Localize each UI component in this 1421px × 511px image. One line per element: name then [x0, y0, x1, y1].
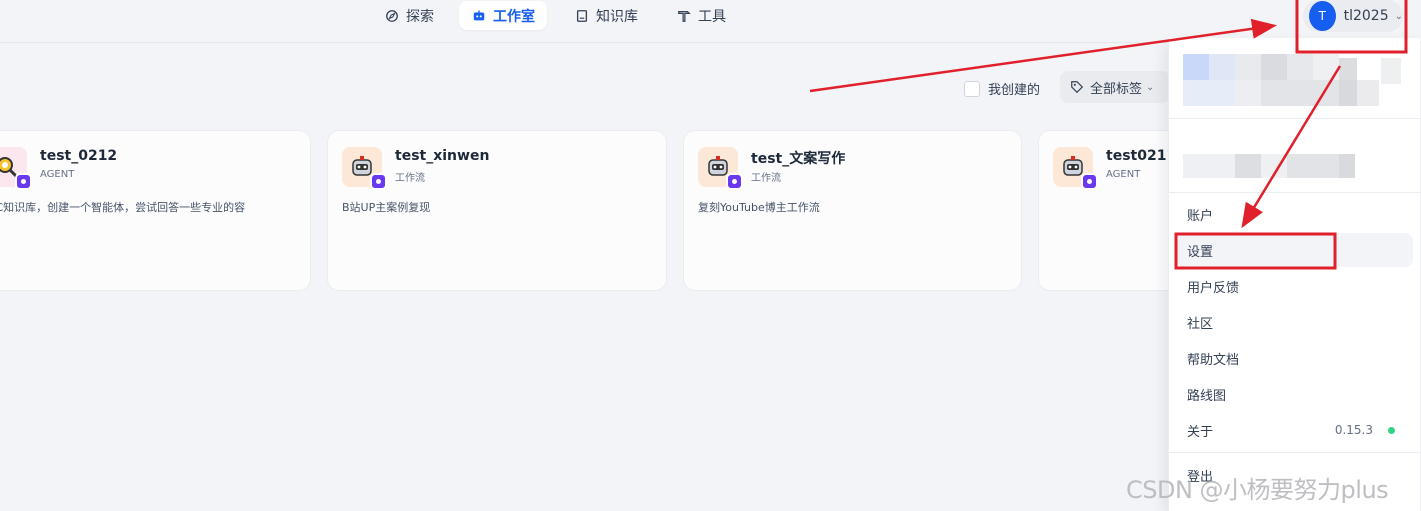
app-icon	[698, 147, 743, 190]
created-by-me-label: 我创建的	[988, 83, 1041, 98]
menu-item-feedback[interactable]: 用户反馈	[1175, 269, 1413, 303]
menu-item-roadmap[interactable]: 路线图	[1175, 377, 1413, 411]
chevron-down-icon: ⌄	[1146, 81, 1155, 93]
nav-item-explore[interactable]: 探索	[372, 1, 446, 30]
watermark: CSDN @小杨要努力plus	[1126, 476, 1389, 504]
tag-filter-label: 全部标签	[1090, 81, 1143, 97]
workflow-badge-icon	[370, 173, 387, 190]
card-type: 工作流	[395, 173, 425, 184]
card-description: 于YXC知识库，创建一个智能体，尝试回答一些专业的容	[0, 201, 246, 214]
card-title: test_xinwen	[395, 148, 490, 164]
avatar: T	[1309, 1, 1336, 31]
card-title: test_0212	[40, 148, 118, 164]
tag-icon	[1070, 80, 1084, 94]
menu-item-help-docs[interactable]: 帮助文档	[1175, 341, 1413, 375]
app-card[interactable]: test_文案写作 工作流 复刻YouTube博主工作流	[683, 130, 1022, 291]
nav-label-knowledge: 知识库	[596, 8, 638, 25]
compass-icon	[384, 8, 400, 24]
app-card[interactable]: test_0212 AGENT 于YXC知识库，创建一个智能体，尝试回答一些专业…	[0, 130, 311, 291]
hammer-icon	[676, 8, 692, 24]
nav-item-knowledge[interactable]: 知识库	[562, 1, 650, 30]
created-by-me-filter[interactable]: 我创建的	[964, 79, 1040, 98]
chevron-down-icon: ⌄	[1394, 10, 1403, 22]
top-navigation-bar: 探索 工作室 知识库 工具 T tl2025 ⌄	[0, 0, 1421, 43]
nav-label-tools: 工具	[698, 8, 726, 25]
agent-badge-icon	[15, 173, 32, 190]
app-icon	[342, 147, 387, 190]
nav-item-tools[interactable]: 工具	[664, 1, 738, 30]
card-type: 工作流	[751, 173, 781, 184]
card-description: B站UP主案例复现	[342, 201, 431, 214]
menu-item-about[interactable]: 关于 0.15.3	[1175, 413, 1413, 447]
app-card[interactable]: test_xinwen 工作流 B站UP主案例复现	[327, 130, 667, 291]
card-type: AGENT	[40, 169, 75, 180]
card-type: AGENT	[1106, 169, 1141, 180]
status-dot-icon	[1388, 426, 1395, 434]
app-icon	[1053, 147, 1098, 190]
book-icon	[574, 8, 590, 24]
tag-filter-dropdown[interactable]: 全部标签 ⌄	[1060, 71, 1170, 103]
menu-item-settings[interactable]: 设置	[1175, 233, 1413, 267]
menu-item-community[interactable]: 社区	[1175, 305, 1413, 339]
nav-item-studio[interactable]: 工作室	[459, 1, 547, 30]
app-icon	[0, 147, 32, 190]
menu-item-account[interactable]: 账户	[1175, 197, 1413, 231]
card-title: test_文案写作	[751, 151, 846, 167]
menu-item-about-label: 关于	[1187, 424, 1214, 440]
card-title: test0211	[1106, 148, 1177, 164]
card-description: 复刻YouTube博主工作流	[698, 201, 820, 214]
nav-label-studio: 工作室	[493, 8, 535, 25]
version-label: 0.15.3	[1334, 423, 1373, 437]
agent-badge-icon	[1081, 173, 1098, 190]
created-by-me-checkbox[interactable]	[964, 80, 980, 97]
robot-icon	[471, 8, 487, 24]
workflow-badge-icon	[726, 173, 743, 190]
user-dropdown-menu: 账户 设置 用户反馈 社区 帮助文档 路线图 关于 0.15.3 登出	[1168, 38, 1421, 511]
nav-label-explore: 探索	[406, 8, 434, 25]
username: tl2025	[1343, 8, 1389, 24]
user-menu-button[interactable]: T tl2025 ⌄	[1303, 0, 1403, 32]
